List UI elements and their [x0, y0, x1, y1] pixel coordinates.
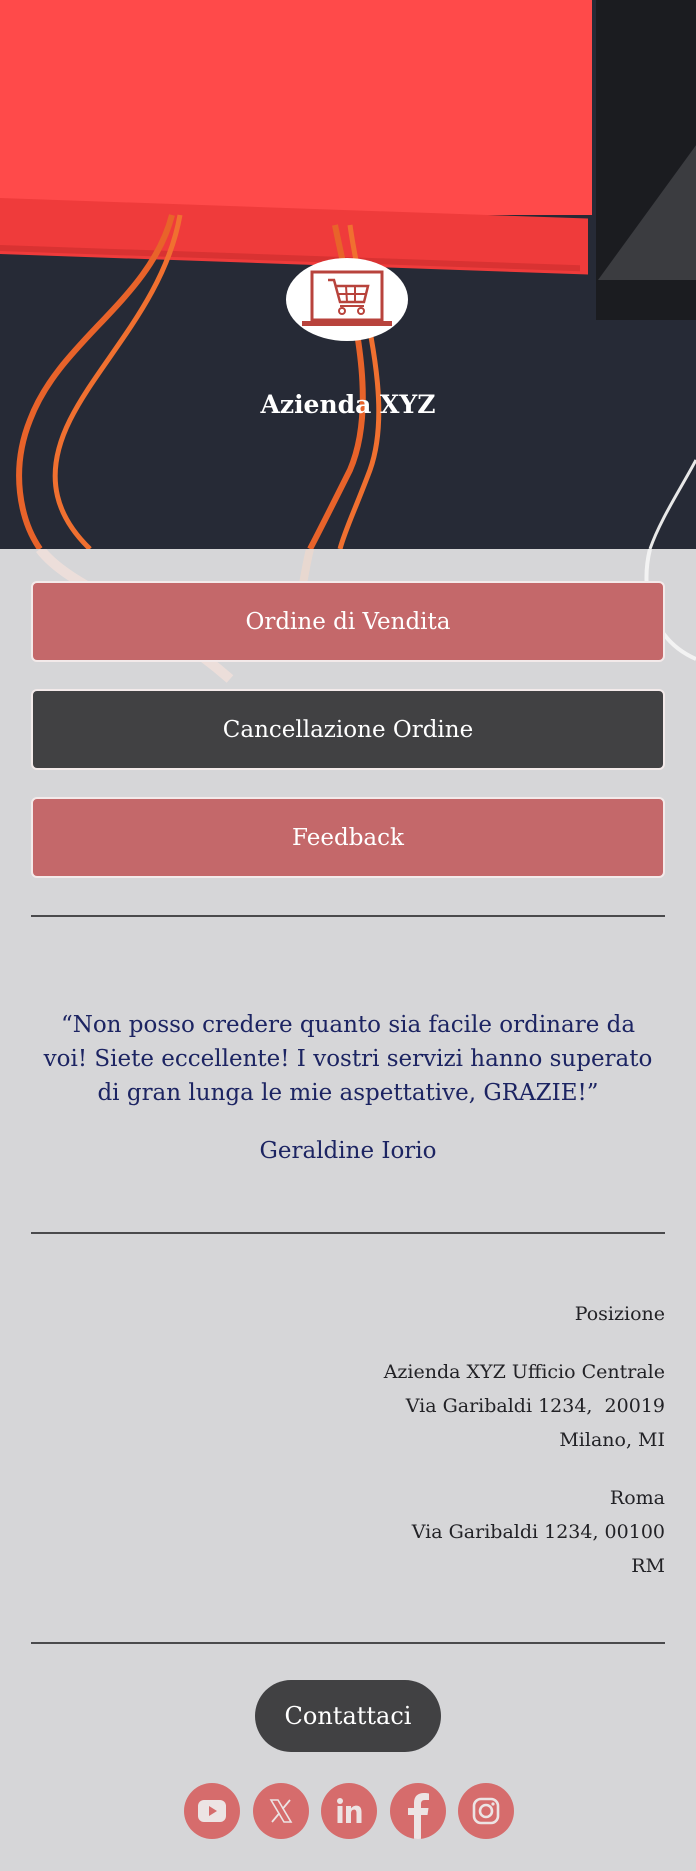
youtube-icon: [198, 1800, 226, 1822]
instagram-link[interactable]: [458, 1783, 514, 1839]
x-twitter-link[interactable]: [252, 1783, 309, 1839]
divider: [31, 1232, 665, 1234]
brand-title: Azienda XYZ: [260, 390, 436, 419]
divider: [31, 1642, 665, 1644]
contact-label: Contattaci: [284, 1702, 412, 1730]
contact-button[interactable]: Contattaci: [255, 1680, 441, 1752]
facebook-icon: [407, 1793, 429, 1839]
instagram-icon: [472, 1797, 500, 1825]
linkedin-icon: [337, 1798, 362, 1823]
shopping-cart-laptop-icon: [302, 270, 392, 326]
testimonial-author: Geraldine Iorio: [259, 1138, 437, 1164]
feedback-button[interactable]: Feedback: [31, 797, 665, 878]
sales-order-button[interactable]: Ordine di Vendita: [31, 581, 665, 662]
office-line: Via Garibaldi 1234, 20019: [405, 1395, 665, 1417]
office-line: Milano, MI: [559, 1429, 665, 1451]
youtube-link[interactable]: [184, 1783, 240, 1839]
office-line: Azienda XYZ Ufficio Centrale: [383, 1361, 665, 1383]
office-milano: Azienda XYZ Ufficio Centrale Via Garibal…: [165, 1355, 665, 1457]
order-cancellation-label: Cancellazione Ordine: [222, 716, 474, 743]
linkedin-link[interactable]: [321, 1783, 377, 1839]
social-links: [184, 1783, 514, 1839]
office-line: RM: [631, 1555, 665, 1577]
hero-banner: Azienda XYZ: [0, 0, 696, 549]
office-line: Roma: [609, 1487, 665, 1509]
sales-order-label: Ordine di Vendita: [245, 608, 451, 635]
facebook-link[interactable]: [389, 1783, 446, 1839]
order-cancellation-button[interactable]: Cancellazione Ordine: [31, 689, 665, 770]
divider: [31, 915, 665, 917]
office-line: Via Garibaldi 1234, 00100: [411, 1521, 665, 1543]
x-twitter-icon: [269, 1799, 292, 1823]
company-logo: [286, 258, 408, 341]
feedback-label: Feedback: [292, 824, 404, 851]
office-roma: Roma Via Garibaldi 1234, 00100 RM: [165, 1481, 665, 1583]
testimonial-quote: “Non posso credere quanto sia facile ord…: [43, 1012, 653, 1106]
locations-heading: Posizione: [574, 1303, 665, 1325]
